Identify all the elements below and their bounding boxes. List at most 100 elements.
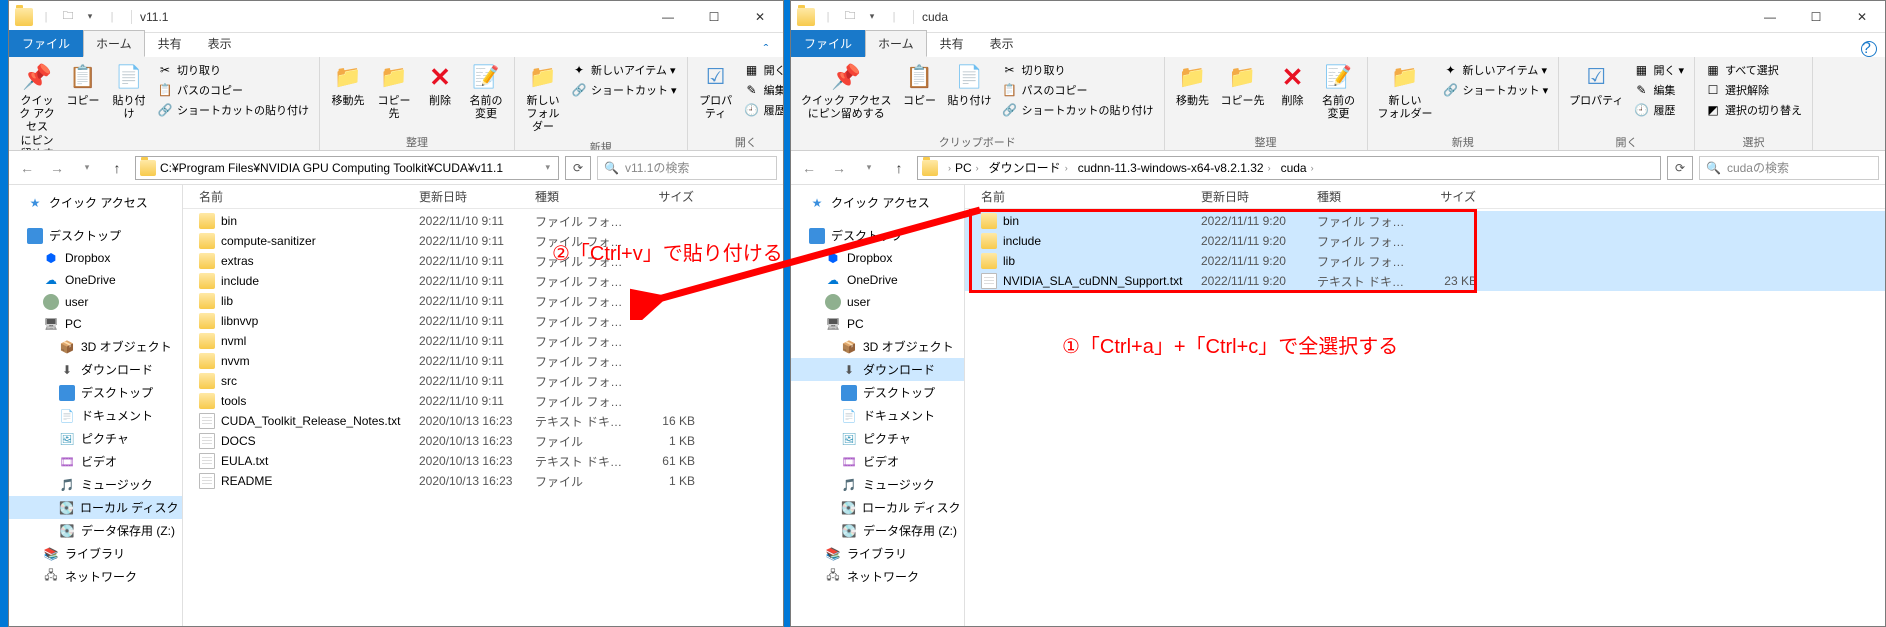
breadcrumb-item[interactable]: › PC›: [942, 161, 985, 175]
new-item-button[interactable]: ✦新しいアイテム ▾: [567, 61, 681, 79]
back-button[interactable]: ←: [15, 156, 39, 180]
sidebar-pictures[interactable]: 🖼ピクチャ: [9, 427, 182, 450]
pin-quickaccess-button[interactable]: クイック アクセス にピン留めする: [15, 59, 59, 151]
refresh-button[interactable]: ⟳: [1667, 156, 1693, 180]
move-to-button[interactable]: 移動先: [326, 59, 370, 110]
sidebar-music[interactable]: 🎵ミュージック: [9, 473, 182, 496]
copy-button[interactable]: コピー: [898, 59, 942, 110]
copy-path-button[interactable]: 📋パスのコピー: [153, 81, 313, 99]
invert-selection-button[interactable]: ◩選択の切り替え: [1701, 101, 1806, 119]
back-button[interactable]: ←: [797, 156, 821, 180]
up-button[interactable]: ↑: [887, 156, 911, 180]
file-list[interactable]: bin2022/11/10 9:11ファイル フォルダーcompute-sani…: [183, 209, 783, 626]
col-header-size[interactable]: サイズ: [1415, 188, 1485, 205]
select-none-button[interactable]: ☐選択解除: [1701, 81, 1806, 99]
maximize-button[interactable]: ☐: [1793, 1, 1839, 33]
address-bar[interactable]: ▾: [135, 156, 559, 180]
file-row[interactable]: lib2022/11/11 9:20ファイル フォルダー: [965, 251, 1885, 271]
tab-file[interactable]: ファイル: [9, 30, 83, 57]
forward-button[interactable]: →: [45, 156, 69, 180]
tab-home[interactable]: ホーム: [865, 30, 927, 57]
file-row[interactable]: nvml2022/11/10 9:11ファイル フォルダー: [183, 331, 783, 351]
recent-dropdown-icon[interactable]: ▾: [75, 156, 99, 180]
new-shortcut-button[interactable]: 🔗ショートカット ▾: [1439, 81, 1553, 99]
file-row[interactable]: tools2022/11/10 9:11ファイル フォルダー: [183, 391, 783, 411]
sidebar-zdisk[interactable]: 💽データ保存用 (Z:): [791, 519, 964, 542]
address-dropdown-icon[interactable]: ▾: [541, 162, 554, 173]
refresh-button[interactable]: ⟳: [565, 156, 591, 180]
forward-button[interactable]: →: [827, 156, 851, 180]
sidebar-pc[interactable]: 🖥PC: [791, 313, 964, 335]
ribbon-help-icon[interactable]: ?: [1861, 41, 1877, 57]
file-row[interactable]: extras2022/11/10 9:11ファイル フォルダー: [183, 251, 783, 271]
sidebar-dropbox[interactable]: ⬢Dropbox: [791, 247, 964, 269]
sidebar-desktop2[interactable]: デスクトップ: [9, 381, 182, 404]
sidebar-quick-access[interactable]: ★クイック アクセス: [9, 191, 182, 214]
breadcrumb-item[interactable]: cudnn-11.3-windows-x64-v8.2.1.32›: [1074, 161, 1277, 175]
col-header-name[interactable]: 名前: [191, 188, 411, 205]
paste-button[interactable]: 貼り付け: [944, 59, 996, 110]
address-input[interactable]: [160, 161, 541, 175]
copy-path-button[interactable]: 📋パスのコピー: [998, 81, 1158, 99]
file-row[interactable]: nvvm2022/11/10 9:11ファイル フォルダー: [183, 351, 783, 371]
sidebar-desktop2[interactable]: デスクトップ: [791, 381, 964, 404]
sidebar-videos[interactable]: 🎞ビデオ: [9, 450, 182, 473]
new-folder-button[interactable]: 新しい フォルダー: [1374, 59, 1437, 123]
file-row[interactable]: bin2022/11/10 9:11ファイル フォルダー: [183, 211, 783, 231]
minimize-button[interactable]: —: [1747, 1, 1793, 33]
sidebar-cdisk[interactable]: 💽ローカル ディスク (C:): [9, 496, 182, 519]
file-row[interactable]: EULA.txt2020/10/13 16:23テキスト ドキュメント61 KB: [183, 451, 783, 471]
file-row[interactable]: CUDA_Toolkit_Release_Notes.txt2020/10/13…: [183, 411, 783, 431]
sidebar-onedrive[interactable]: ☁OneDrive: [9, 269, 182, 291]
cut-button[interactable]: ✂切り取り: [153, 61, 313, 79]
file-row[interactable]: DOCS2020/10/13 16:23ファイル1 KB: [183, 431, 783, 451]
up-button[interactable]: ↑: [105, 156, 129, 180]
copy-button[interactable]: コピー: [61, 59, 105, 110]
file-row[interactable]: bin2022/11/11 9:20ファイル フォルダー: [965, 211, 1885, 231]
new-folder-button[interactable]: 新しい フォルダー: [521, 59, 565, 137]
new-shortcut-button[interactable]: 🔗ショートカット ▾: [567, 81, 681, 99]
edit-button[interactable]: ✎編集: [1629, 81, 1688, 99]
col-header-date[interactable]: 更新日時: [411, 188, 527, 205]
sidebar-quick-access[interactable]: ★クイック アクセス: [791, 191, 964, 214]
sidebar-network[interactable]: 🖧ネットワーク: [9, 565, 182, 588]
qat-props-icon[interactable]: 🗀: [841, 8, 859, 26]
breadcrumb-item[interactable]: ダウンロード›: [985, 159, 1074, 176]
minimize-button[interactable]: —: [645, 1, 691, 33]
new-item-button[interactable]: ✦新しいアイテム ▾: [1439, 61, 1553, 79]
sidebar-library[interactable]: 📚ライブラリ: [791, 542, 964, 565]
select-all-button[interactable]: ▦すべて選択: [1701, 61, 1806, 79]
sidebar-downloads[interactable]: ⬇ダウンロード: [791, 358, 964, 381]
breadcrumb-item[interactable]: cuda›: [1277, 161, 1320, 175]
sidebar-pc[interactable]: 🖥PC: [9, 313, 182, 335]
rename-button[interactable]: 名前の 変更: [1317, 59, 1361, 123]
sidebar-music[interactable]: 🎵ミュージック: [791, 473, 964, 496]
open-button[interactable]: ▦開く ▾: [740, 61, 783, 79]
file-row[interactable]: src2022/11/10 9:11ファイル フォルダー: [183, 371, 783, 391]
col-header-type[interactable]: 種類: [1309, 188, 1415, 205]
rename-button[interactable]: 名前の 変更: [464, 59, 508, 123]
tab-view[interactable]: 表示: [977, 30, 1027, 57]
tab-view[interactable]: 表示: [195, 30, 245, 57]
tab-home[interactable]: ホーム: [83, 30, 145, 57]
recent-dropdown-icon[interactable]: ▾: [857, 156, 881, 180]
search-box[interactable]: 🔍 cudaの検索: [1699, 156, 1879, 180]
sidebar-desktop[interactable]: デスクトップ: [9, 224, 182, 247]
file-row[interactable]: lib2022/11/10 9:11ファイル フォルダー: [183, 291, 783, 311]
tab-share[interactable]: 共有: [927, 30, 977, 57]
copy-to-button[interactable]: コピー先: [372, 59, 416, 123]
paste-button[interactable]: 貼り付け: [107, 59, 151, 123]
tab-share[interactable]: 共有: [145, 30, 195, 57]
col-header-size[interactable]: サイズ: [633, 188, 703, 205]
close-button[interactable]: ✕: [737, 1, 783, 33]
qat-props-icon[interactable]: 🗀: [59, 8, 77, 26]
pin-quickaccess-button[interactable]: クイック アクセス にピン留めする: [797, 59, 896, 123]
move-to-button[interactable]: 移動先: [1171, 59, 1215, 110]
copy-to-button[interactable]: コピー先: [1217, 59, 1269, 110]
paste-shortcut-button[interactable]: 🔗ショートカットの貼り付け: [153, 101, 313, 119]
file-row[interactable]: NVIDIA_SLA_cuDNN_Support.txt2022/11/11 9…: [965, 271, 1885, 291]
properties-button[interactable]: プロパティ: [1565, 59, 1627, 110]
edit-button[interactable]: ✎編集: [740, 81, 783, 99]
cut-button[interactable]: ✂切り取り: [998, 61, 1158, 79]
sidebar-dropbox[interactable]: ⬢Dropbox: [9, 247, 182, 269]
